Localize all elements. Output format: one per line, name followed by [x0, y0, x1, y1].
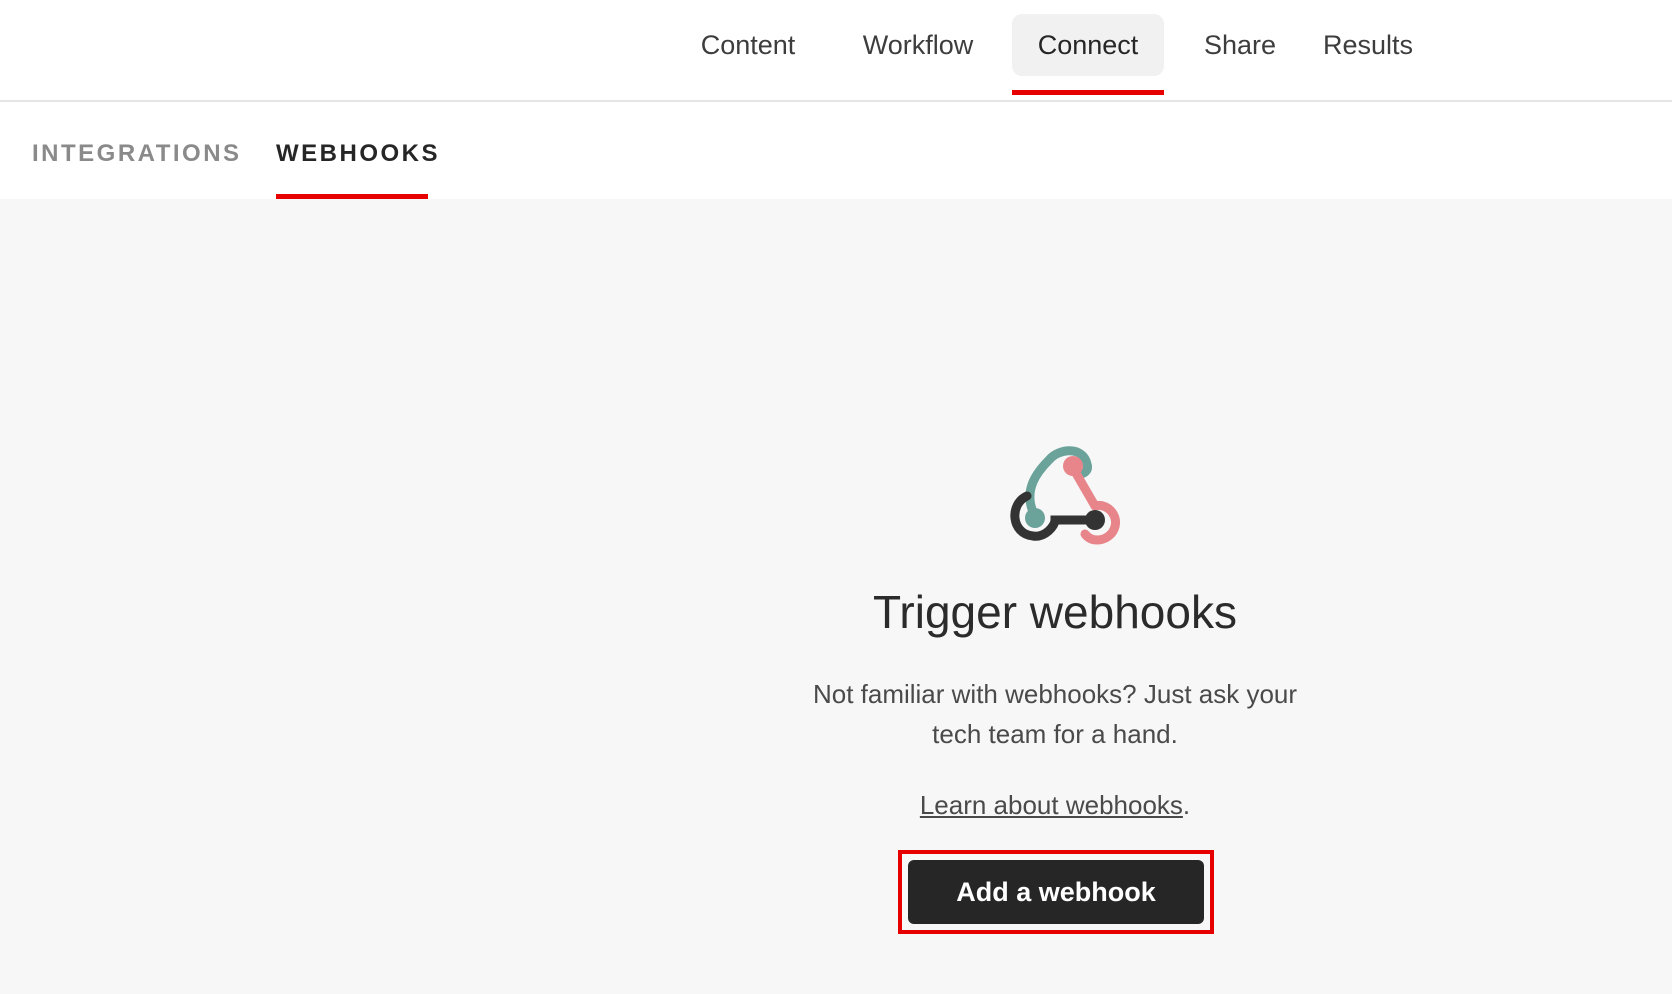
- sub-nav: INTEGRATIONS WEBHOOKS: [0, 102, 1672, 199]
- empty-state-title: Trigger webhooks: [873, 586, 1237, 638]
- learn-line: Learn about webhooks.: [755, 790, 1355, 821]
- empty-state-description: Not familiar with webhooks? Just ask you…: [812, 679, 1298, 749]
- subtab-webhooks-underline: [276, 194, 428, 199]
- add-webhook-button[interactable]: Add a webhook: [908, 860, 1204, 924]
- tab-connect-underline: [1012, 90, 1164, 95]
- webhook-icon: [1010, 446, 1120, 545]
- subtab-webhooks[interactable]: WEBHOOKS: [276, 140, 440, 168]
- tab-share[interactable]: Share: [1184, 14, 1296, 76]
- tab-results[interactable]: Results: [1312, 14, 1424, 76]
- learn-about-webhooks-link[interactable]: Learn about webhooks: [920, 790, 1183, 820]
- tab-content[interactable]: Content: [678, 14, 818, 76]
- learn-suffix: .: [1182, 790, 1191, 820]
- subtab-integrations[interactable]: INTEGRATIONS: [32, 140, 242, 168]
- tab-connect[interactable]: Connect: [1012, 14, 1164, 76]
- top-nav: Content Workflow Connect Share Results: [0, 0, 1672, 102]
- tab-workflow[interactable]: Workflow: [838, 14, 998, 76]
